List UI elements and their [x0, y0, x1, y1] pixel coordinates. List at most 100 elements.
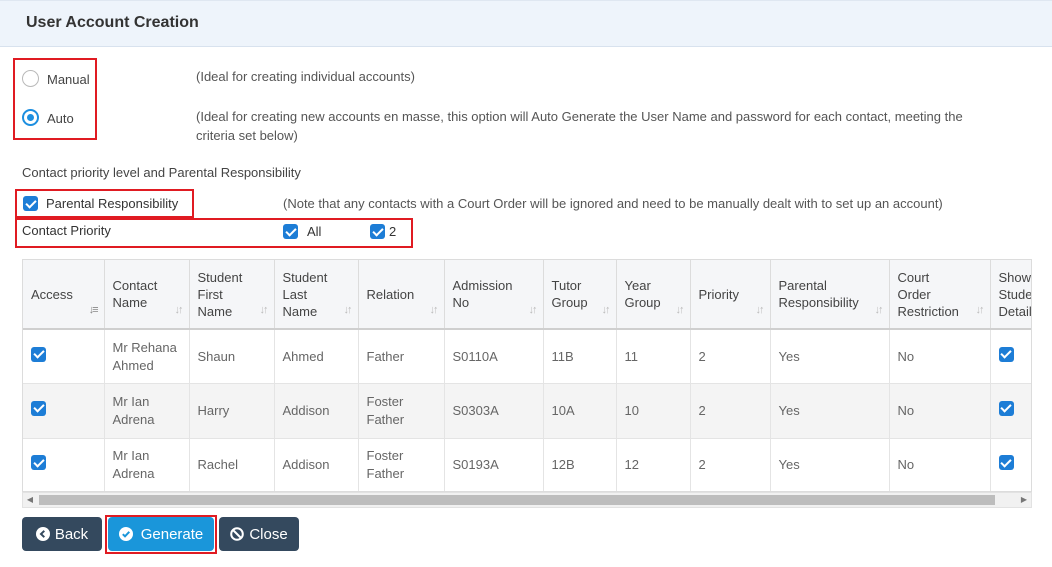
- back-button[interactable]: Back: [22, 517, 102, 551]
- cell-text: Ahmed: [112, 357, 154, 373]
- column-header-label: Student: [197, 269, 243, 285]
- priority-section-heading: Contact priority level and Parental Resp…: [22, 165, 301, 180]
- cell-text: Foster: [366, 393, 404, 409]
- court-order-note: (Note that any contacts with a Court Ord…: [283, 196, 943, 211]
- access-checkbox[interactable]: [31, 455, 46, 471]
- contact-priority-option-2[interactable]: 2: [370, 224, 396, 239]
- cell-text: Mr Ian: [112, 393, 150, 409]
- column-header-label: Restriction: [897, 303, 959, 319]
- sort-icon[interactable]: ↓↑: [676, 302, 685, 319]
- scroll-left-arrow-icon[interactable]: ◀: [23, 493, 37, 507]
- contact-name-cell: Mr Ian Adrena: [104, 438, 190, 491]
- court-order-cell: No: [889, 438, 991, 491]
- page-title: User Account Creation: [26, 14, 199, 31]
- column-header-parental-responsibility[interactable]: Parental Responsibility ↓↑: [770, 260, 890, 330]
- priority-cell: 2: [690, 329, 771, 384]
- contact-priority-2-checkbox[interactable]: [370, 224, 385, 239]
- column-header-contact-name[interactable]: Contact Name ↓↑: [104, 260, 190, 330]
- scroll-right-arrow-icon[interactable]: ▶: [1017, 493, 1031, 507]
- access-checkbox[interactable]: [31, 400, 46, 416]
- sort-desc-icon[interactable]: ↓≡: [89, 302, 99, 319]
- table-row: Mr Ian Adrena Harry Addison Foster Father …: [23, 383, 1031, 439]
- column-header-show-student-details[interactable]: Show Stude Detail: [990, 260, 1032, 330]
- show-student-details-cell: [990, 383, 1031, 439]
- cell-text: Adrena: [112, 466, 155, 482]
- scrollbar-thumb[interactable]: [39, 495, 995, 505]
- ban-icon: [230, 527, 245, 541]
- contact-priority-all-checkbox[interactable]: [283, 224, 298, 239]
- column-header-student-last-name[interactable]: Student Last Name ↓↑: [274, 260, 359, 330]
- column-header-admission-no[interactable]: Admission No ↓↑: [444, 260, 544, 330]
- student-first-name-cell: Rachel: [189, 438, 275, 491]
- column-header-access[interactable]: Access ↓≡: [23, 260, 105, 330]
- manual-description: (Ideal for creating individual accounts): [196, 69, 415, 84]
- column-header-label: Access: [31, 286, 73, 302]
- column-header-label: Priority: [698, 286, 739, 302]
- sort-icon[interactable]: ↓↑: [430, 302, 439, 319]
- show-details-checkbox[interactable]: [998, 455, 1014, 471]
- back-button-label: Back: [54, 525, 89, 543]
- column-header-tutor-group[interactable]: Tutor Group ↓↑: [543, 260, 617, 330]
- column-header-label: Name: [282, 303, 318, 319]
- sort-icon[interactable]: ↓↑: [875, 302, 884, 319]
- cell-text: Father: [366, 466, 405, 482]
- priority-cell: 2: [690, 438, 771, 491]
- parental-responsibility-checkbox[interactable]: [23, 196, 38, 211]
- column-header-label: First: [197, 286, 223, 302]
- manual-radio-option[interactable]: Manual: [22, 70, 90, 87]
- parental-responsibility-cell: Yes: [770, 383, 890, 439]
- column-header-priority[interactable]: Priority ↓↑: [690, 260, 771, 330]
- sort-icon[interactable]: ↓↑: [175, 302, 184, 319]
- column-header-student-first-name[interactable]: Student First Name ↓↑: [189, 260, 275, 330]
- court-order-cell: No: [889, 383, 991, 439]
- column-header-year-group[interactable]: Year Group ↓↑: [616, 260, 691, 330]
- sort-icon[interactable]: ↓↑: [344, 302, 353, 319]
- tutor-group-cell: 12B: [543, 438, 617, 491]
- column-header-relation[interactable]: Relation ↓↑: [358, 260, 445, 330]
- manual-label: Manual: [47, 72, 90, 87]
- page-header: User Account Creation: [0, 0, 1052, 47]
- contact-priority-option-all[interactable]: All: [283, 224, 321, 239]
- cell-text: Father: [366, 411, 405, 427]
- table-horizontal-scrollbar[interactable]: ◀ ▶: [22, 492, 1032, 508]
- cell-text: Adrena: [112, 411, 155, 427]
- column-header-label: Responsibility: [778, 295, 859, 310]
- access-cell: [23, 383, 105, 439]
- show-details-checkbox[interactable]: [998, 400, 1014, 416]
- column-header-label: Group: [624, 295, 661, 310]
- sort-icon[interactable]: ↓↑: [976, 302, 985, 319]
- access-cell: [23, 438, 105, 491]
- relation-cell: Father: [358, 329, 445, 384]
- sort-icon[interactable]: ↓↑: [756, 302, 765, 319]
- access-checkbox[interactable]: [31, 346, 46, 362]
- close-button[interactable]: Close: [219, 517, 299, 551]
- tutor-group-cell: 11B: [543, 329, 617, 384]
- column-header-label: Detail: [998, 303, 1032, 319]
- column-header-court-order-restriction[interactable]: Court Order Restriction ↓↑: [889, 260, 991, 330]
- table-header-row: Access ↓≡ Contact Name ↓↑ Student First …: [23, 260, 1032, 330]
- contact-priority-label: Contact Priority: [22, 223, 111, 238]
- manual-radio[interactable]: [22, 70, 39, 87]
- column-header-label: Year: [624, 278, 651, 293]
- auto-description-line1: (Ideal for creating new accounts en mass…: [196, 109, 963, 124]
- contact-priority-2-label: 2: [389, 224, 397, 239]
- cell-text: Mr Ian: [112, 448, 150, 464]
- cell-text: Mr Rehana: [112, 339, 177, 355]
- close-button-label: Close: [249, 525, 288, 543]
- auto-radio-option[interactable]: Auto: [22, 109, 74, 126]
- tutor-group-cell: 10A: [543, 383, 617, 439]
- generate-button[interactable]: Generate: [108, 517, 214, 551]
- sort-icon[interactable]: ↓↑: [602, 302, 611, 319]
- parental-responsibility-option[interactable]: Parental Responsibility: [23, 196, 178, 211]
- show-student-details-cell: [990, 329, 1031, 384]
- column-header-label: Name: [197, 303, 233, 319]
- sort-icon[interactable]: ↓↑: [260, 302, 269, 319]
- contact-name-cell: Mr Ian Adrena: [104, 383, 190, 439]
- auto-radio[interactable]: [22, 109, 39, 126]
- sort-icon[interactable]: ↓↑: [529, 302, 538, 319]
- parental-responsibility-label: Parental Responsibility: [46, 196, 179, 211]
- admission-no-cell: S0110A: [444, 329, 544, 384]
- show-details-checkbox[interactable]: [998, 346, 1014, 362]
- parental-responsibility-cell: Yes: [770, 329, 890, 384]
- contacts-table-container: Access ↓≡ Contact Name ↓↑ Student First …: [22, 259, 1032, 492]
